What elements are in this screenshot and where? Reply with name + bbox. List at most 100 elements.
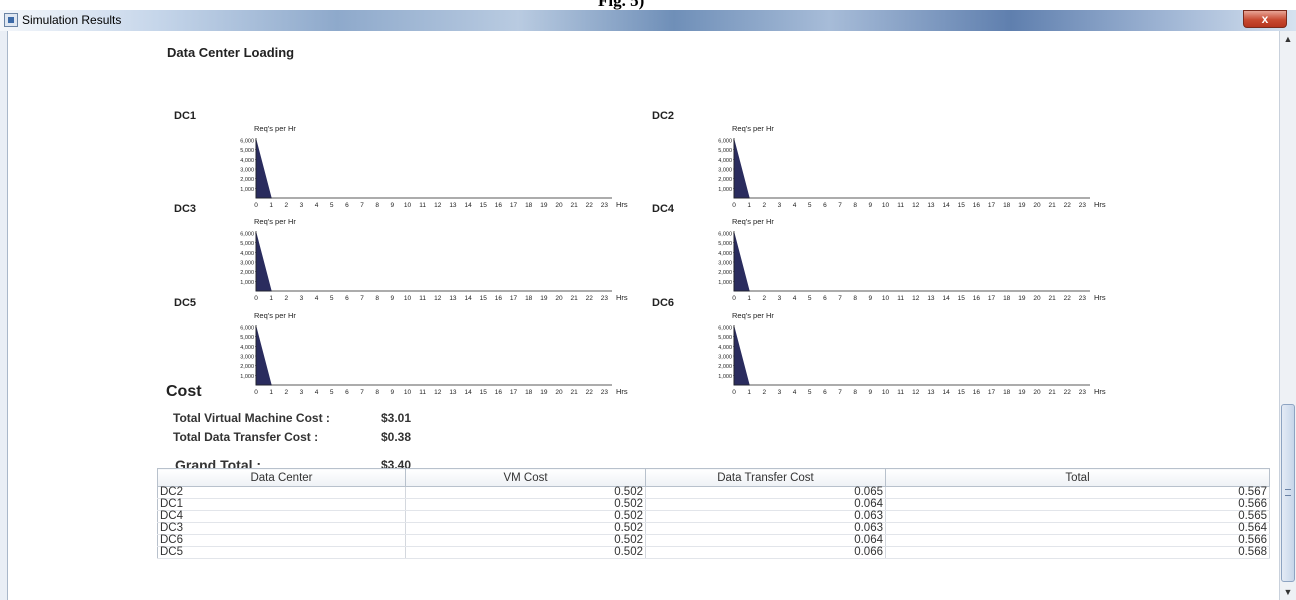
x-tick-label: 9 — [391, 389, 395, 396]
y-tick-label: 3,000 — [240, 355, 254, 361]
y-tick-label: 6,000 — [718, 232, 732, 238]
x-tick-label: 3 — [778, 389, 782, 396]
x-tick-label: 22 — [1064, 389, 1072, 396]
x-tick-label: 3 — [300, 202, 304, 209]
x-tick-label: 5 — [808, 295, 812, 302]
y-tick-label: 5,000 — [718, 335, 732, 341]
x-axis-label: Hrs — [616, 200, 628, 209]
cell-total: 0.566 — [885, 534, 1270, 547]
grip-icon — [1285, 489, 1291, 496]
x-tick-label: 12 — [912, 389, 920, 396]
table-row[interactable]: DC5 0.502 0.066 0.568 — [157, 546, 1270, 559]
x-tick-label: 23 — [1079, 295, 1087, 302]
y-tick-label: 5,000 — [718, 148, 732, 154]
arrow-down-icon[interactable]: ▼ — [1281, 584, 1295, 600]
x-tick-label: 12 — [912, 295, 920, 302]
vertical-scrollbar[interactable]: ▲ ▼ — [1279, 31, 1296, 600]
col-header-vm-cost[interactable]: VM Cost — [405, 468, 646, 487]
y-tick-label: 2,000 — [240, 270, 254, 276]
x-tick-label: 0 — [732, 389, 736, 396]
cell-data-center: DC6 — [157, 534, 406, 547]
x-tick-label: 1 — [269, 295, 273, 302]
table-row[interactable]: DC1 0.502 0.064 0.566 — [157, 498, 1270, 511]
x-tick-label: 23 — [601, 202, 609, 209]
scrollbar-thumb[interactable] — [1281, 404, 1295, 582]
x-tick-label: 13 — [927, 389, 935, 396]
x-tick-label: 17 — [988, 295, 996, 302]
x-tick-label: 22 — [1064, 295, 1072, 302]
table-row[interactable]: DC4 0.502 0.063 0.565 — [157, 510, 1270, 523]
x-tick-label: 12 — [434, 295, 442, 302]
x-tick-label: 10 — [882, 389, 890, 396]
arrow-up-icon[interactable]: ▲ — [1281, 31, 1295, 47]
y-axis-label: Req's per Hr — [732, 311, 774, 320]
cell-transfer-cost: 0.065 — [645, 486, 886, 499]
dc-label-dc2: DC2 — [652, 110, 675, 122]
x-tick-label: 23 — [601, 295, 609, 302]
x-tick-label: 5 — [808, 389, 812, 396]
x-tick-label: 22 — [1064, 202, 1072, 209]
cell-transfer-cost: 0.063 — [645, 510, 886, 523]
dc-label-dc3: DC3 — [174, 203, 197, 215]
window-titlebar[interactable]: Simulation Results x — [0, 10, 1296, 32]
loading-section-title: Data Center Loading — [167, 45, 295, 60]
x-tick-label: 8 — [853, 295, 857, 302]
x-tick-label: 23 — [601, 389, 609, 396]
x-tick-label: 10 — [404, 389, 412, 396]
cell-data-center: DC4 — [157, 510, 406, 523]
cell-transfer-cost: 0.064 — [645, 534, 886, 547]
x-tick-label: 4 — [793, 295, 797, 302]
x-tick-label: 15 — [480, 295, 488, 302]
x-tick-label: 12 — [434, 202, 442, 209]
x-tick-label: 8 — [375, 389, 379, 396]
col-header-total[interactable]: Total — [885, 468, 1270, 487]
y-tick-label: 3,000 — [240, 168, 254, 174]
x-tick-label: 19 — [1018, 295, 1026, 302]
x-tick-label: 6 — [345, 202, 349, 209]
x-tick-label: 9 — [869, 389, 873, 396]
x-axis-label: Hrs — [616, 387, 628, 396]
cell-vm-cost: 0.502 — [405, 498, 646, 511]
x-tick-label: 5 — [330, 389, 334, 396]
x-tick-label: 11 — [419, 202, 426, 209]
y-tick-label: 2,000 — [718, 270, 732, 276]
x-tick-label: 19 — [540, 202, 548, 209]
dc-label-dc5: DC5 — [174, 297, 197, 309]
x-tick-label: 6 — [345, 295, 349, 302]
x-tick-label: 8 — [375, 202, 379, 209]
x-tick-label: 13 — [927, 202, 935, 209]
close-button[interactable]: x — [1243, 10, 1287, 28]
x-tick-label: 5 — [330, 295, 334, 302]
col-header-transfer-cost[interactable]: Data Transfer Cost — [645, 468, 886, 487]
x-tick-label: 1 — [269, 202, 273, 209]
y-tick-label: 1,000 — [240, 187, 254, 193]
x-tick-label: 21 — [1049, 295, 1057, 302]
area-series — [733, 326, 750, 386]
y-tick-label: 1,000 — [240, 280, 254, 286]
cell-total: 0.565 — [885, 510, 1270, 523]
x-tick-label: 7 — [838, 202, 842, 209]
x-tick-label: 7 — [360, 202, 364, 209]
table-row[interactable]: DC2 0.502 0.065 0.567 — [157, 486, 1270, 499]
x-tick-label: 22 — [586, 202, 594, 209]
x-tick-label: 20 — [555, 202, 563, 209]
x-tick-label: 20 — [555, 389, 563, 396]
y-tick-label: 6,000 — [718, 326, 732, 332]
x-tick-label: 21 — [1049, 202, 1057, 209]
close-icon: x — [1261, 12, 1269, 26]
x-tick-label: 15 — [480, 202, 488, 209]
x-tick-label: 9 — [391, 202, 395, 209]
x-tick-label: 17 — [510, 295, 518, 302]
x-tick-label: 16 — [495, 389, 503, 396]
loading-chart-dc2: Req's per Hr6,000 5,000 4,000 3,000 2,000 1,0… — [718, 124, 1106, 209]
cell-vm-cost: 0.502 — [405, 510, 646, 523]
x-tick-label: 3 — [300, 389, 304, 396]
x-tick-label: 10 — [882, 202, 890, 209]
y-axis-label: Req's per Hr — [254, 217, 296, 226]
col-header-data-center[interactable]: Data Center — [157, 468, 406, 487]
table-row[interactable]: DC6 0.502 0.064 0.566 — [157, 534, 1270, 547]
x-axis-label: Hrs — [1094, 200, 1106, 209]
x-tick-label: 10 — [882, 295, 890, 302]
cell-data-center: DC1 — [157, 498, 406, 511]
table-row[interactable]: DC3 0.502 0.063 0.564 — [157, 522, 1270, 535]
